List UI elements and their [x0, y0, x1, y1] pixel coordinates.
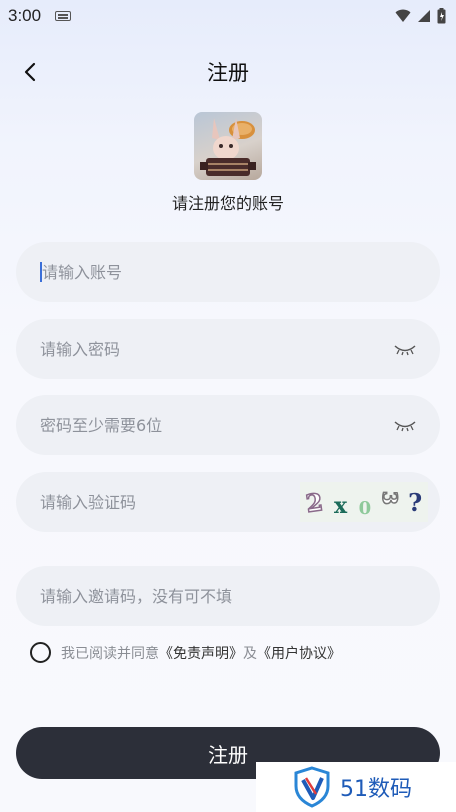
- page-subtitle: 请注册您的账号: [171, 194, 284, 213]
- invite-code-input[interactable]: [40, 586, 418, 606]
- captcha-image[interactable]: 2 x 0 3 ?: [300, 482, 428, 522]
- page-title: 注册: [207, 61, 249, 85]
- account-input[interactable]: [42, 262, 418, 282]
- password-input[interactable]: [40, 339, 392, 359]
- status-icons: [395, 8, 446, 24]
- agreement-row: 我已阅读并同意《免责声明》及《用户协议》: [30, 642, 341, 663]
- captcha-char: ?: [408, 487, 423, 517]
- keyboard-icon: [55, 11, 72, 21]
- status-time: 3:00: [8, 6, 42, 25]
- captcha-char: 3: [377, 490, 403, 505]
- captcha-field[interactable]: 2 x 0 3 ?: [16, 472, 440, 532]
- user-agreement-link[interactable]: 《用户协议》: [257, 646, 341, 662]
- watermark-text: 51数码: [340, 777, 412, 802]
- account-field[interactable]: [16, 242, 440, 302]
- signal-icon: [418, 10, 430, 22]
- agreement-prefix: 我已阅读并同意: [61, 645, 159, 662]
- watermark: 51数码: [256, 762, 456, 812]
- chevron-left-icon: [24, 62, 36, 82]
- invite-code-field[interactable]: [16, 566, 440, 626]
- disclaimer-link[interactable]: 《免责声明》: [159, 646, 243, 662]
- password-field[interactable]: [16, 319, 440, 379]
- captcha-input[interactable]: [40, 492, 300, 512]
- agreement-text: 我已阅读并同意《免责声明》及《用户协议》: [61, 643, 341, 663]
- back-button[interactable]: [14, 56, 46, 88]
- captcha-char: 0: [358, 497, 372, 519]
- eye-closed-icon[interactable]: [392, 341, 418, 357]
- password-confirm-input[interactable]: [40, 415, 392, 435]
- wifi-icon: [395, 9, 411, 22]
- avatar: [194, 112, 262, 180]
- password-confirm-field[interactable]: [16, 395, 440, 455]
- battery-icon: [437, 8, 446, 24]
- shield-logo-icon: [294, 766, 330, 808]
- eye-closed-icon[interactable]: [392, 417, 418, 433]
- captcha-char: 2: [303, 486, 325, 519]
- header: 注册: [0, 52, 456, 92]
- status-bar: 3:00: [0, 0, 456, 32]
- agreement-radio[interactable]: [30, 642, 51, 663]
- captcha-char: x: [334, 493, 348, 519]
- agreement-and: 及: [243, 645, 257, 662]
